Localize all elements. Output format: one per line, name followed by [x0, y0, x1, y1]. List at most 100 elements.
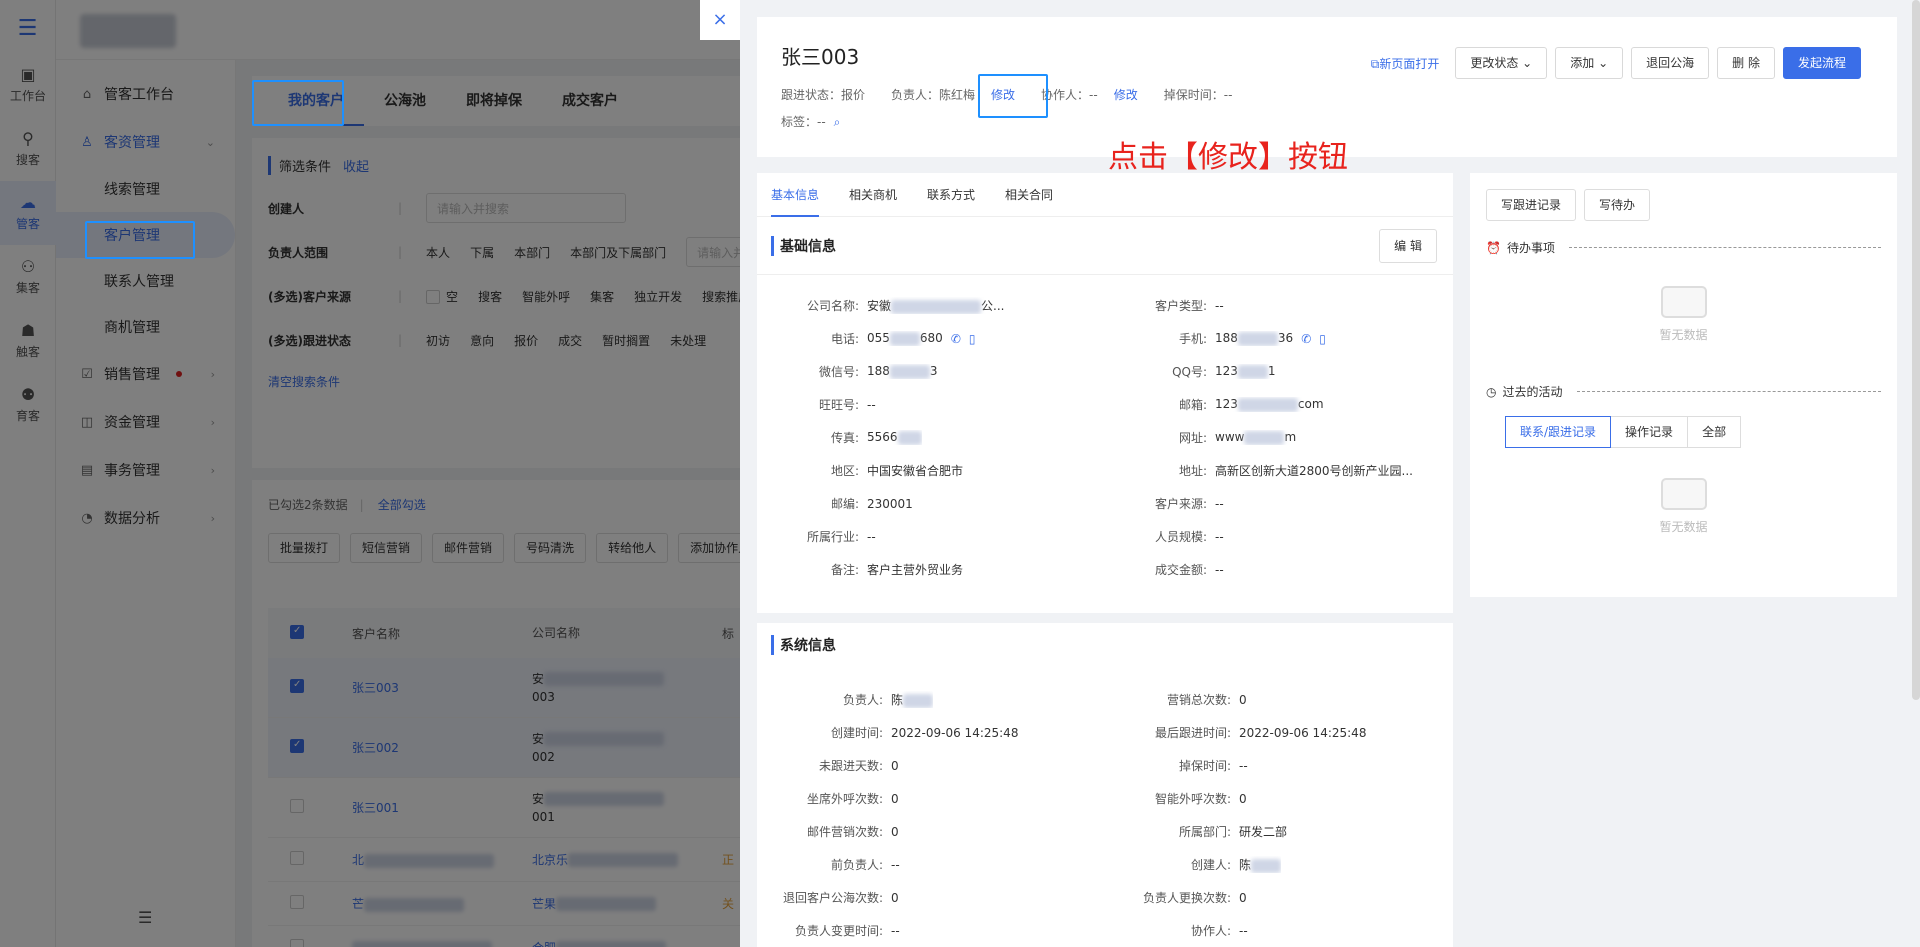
field-region: 地区: 中国安徽省合肥市 [757, 454, 1105, 487]
field-protect-time: 掉保时间: -- [1105, 749, 1453, 782]
field-key: 客户类型: [1154, 299, 1207, 313]
scrollbar[interactable] [1912, 0, 1920, 700]
customer-meta: 跟进状态：报价 负责人：陈红梅 修改 协作人：-- 修改 掉保时间：-- [781, 86, 1873, 103]
mobile-icon[interactable]: ▯ [969, 332, 976, 346]
redacted [889, 331, 920, 346]
system-info-card: 系统信息 负责人: 陈 创建时间: 2022-09-06 14:25:48 未跟进天… [757, 623, 1453, 947]
field-value: 0 [1239, 890, 1247, 905]
field-key: 掉保时间: [1178, 759, 1231, 773]
empty-inbox-icon [1660, 286, 1707, 318]
mobile-icon[interactable]: ▯ [1319, 332, 1326, 346]
empty-text: 暂无数据 [1659, 328, 1708, 342]
tags-text: 标签：-- [781, 115, 826, 129]
close-drawer-button[interactable]: × [700, 0, 740, 40]
chevron-down-icon: ⌄ [1598, 56, 1609, 70]
edit-collaborator-link[interactable]: 修改 [1114, 86, 1138, 103]
alarm-icon: ⏰ [1486, 240, 1501, 255]
value-text: com [1297, 397, 1324, 412]
collaborator-text: 协作人：-- [1041, 88, 1098, 102]
redacted [891, 299, 982, 314]
return-pool-button[interactable]: 退回公海 [1631, 47, 1710, 79]
btn-text: 添加 [1570, 56, 1595, 70]
section-title: 系统信息 [771, 635, 836, 655]
seg-follow-records[interactable]: 联系/跟进记录 [1505, 416, 1612, 448]
field-size: 人员规模: -- [1105, 520, 1453, 553]
tab-contracts[interactable]: 相关合同 [1005, 173, 1053, 217]
tag-icon[interactable]: ⌕ [834, 115, 841, 129]
field-key: 客户来源: [1154, 497, 1207, 511]
add-button[interactable]: 添加 ⌄ [1555, 47, 1624, 79]
field-key: 公司名称: [806, 299, 859, 313]
field-value: 0 [1239, 692, 1247, 707]
seg-operation-records[interactable]: 操作记录 [1610, 416, 1689, 448]
redacted [1237, 364, 1268, 379]
start-flow-button[interactable]: 发起流程 [1782, 47, 1861, 79]
field-key: 退回客户公海次数: [782, 891, 883, 905]
edit-owner-link[interactable]: 修改 [991, 86, 1015, 103]
field-key: 营销总次数: [1166, 693, 1231, 707]
field-key: 地区: [830, 464, 859, 478]
system-info-grid: 负责人: 陈 创建时间: 2022-09-06 14:25:48 未跟进天数: 0 坐… [757, 667, 1453, 947]
field-qq: QQ号: 123 1 [1105, 355, 1453, 388]
field-key: 创建人: [1190, 858, 1231, 872]
field-industry: 所属行业: -- [757, 520, 1105, 553]
field-value: 0 [1239, 791, 1247, 806]
system-info-header: 系统信息 [757, 623, 1453, 667]
field-return-count: 退回客户公海次数: 0 [757, 881, 1105, 914]
field-value: www m [1215, 430, 1296, 445]
redacted [1237, 397, 1298, 412]
basic-info-header: 基础信息 编 辑 [757, 217, 1453, 275]
tab-contacts[interactable]: 联系方式 [927, 173, 975, 217]
basic-info-grid: 公司名称: 安徽 公... 电话: 055 680 ✆ ▯ 微信号: 188 3 旺旺号: -- … [757, 275, 1453, 586]
field-address: 地址: 高新区创新大道2800号创新产业园... [1105, 454, 1453, 487]
field-wechat: 微信号: 188 3 [757, 355, 1105, 388]
field-deal-amount: 成交金额: -- [1105, 553, 1453, 586]
value-text: 123 [1215, 397, 1238, 412]
field-key: 网址: [1178, 431, 1207, 445]
basic-info-card: 基本信息 相关商机 联系方式 相关合同 基础信息 编 辑 公司名称: 安徽 公...… [757, 173, 1453, 613]
write-follow-record-button[interactable]: 写跟进记录 [1486, 189, 1577, 221]
field-zip: 邮编: 230001 [757, 487, 1105, 520]
value-text: 188 [1215, 331, 1238, 346]
open-new-text: 新页面打开 [1379, 56, 1440, 71]
field-value: 安徽 公... [867, 297, 1004, 314]
value-text: 680 [919, 331, 943, 346]
field-source: 客户来源: -- [1105, 487, 1453, 520]
field-value: 0 [891, 791, 899, 806]
field-website: 网址: www m [1105, 421, 1453, 454]
redacted [889, 364, 930, 379]
value-text: 陈 [1239, 858, 1252, 872]
seg-all[interactable]: 全部 [1687, 416, 1742, 448]
open-new-page-link[interactable]: ⧉新页面打开 [1371, 55, 1440, 72]
phone-icon[interactable]: ✆ [951, 332, 961, 346]
field-value: -- [1215, 496, 1224, 511]
field-phone: 电话: 055 680 ✆ ▯ [757, 322, 1105, 355]
field-seat-calls: 坐席外呼次数: 0 [757, 782, 1105, 815]
field-value: 研发二部 [1239, 825, 1288, 839]
chevron-down-icon: ⌄ [1522, 56, 1533, 70]
edit-button[interactable]: 编 辑 [1379, 228, 1437, 263]
field-key: 所属行业: [806, 530, 859, 544]
activity-filter: 联系/跟进记录 操作记录 全部 [1505, 416, 1881, 448]
redacted [897, 430, 922, 445]
field-wangwang: 旺旺号: -- [757, 388, 1105, 421]
field-value: 188 36 [1215, 331, 1293, 346]
clock-icon: ◷ [1486, 384, 1497, 399]
change-status-button[interactable]: 更改状态 ⌄ [1455, 47, 1548, 79]
field-key: 成交金额: [1154, 563, 1207, 577]
tab-opportunities[interactable]: 相关商机 [849, 173, 897, 217]
field-key: 邮件营销次数: [806, 825, 883, 839]
write-todo-button[interactable]: 写待办 [1584, 189, 1651, 221]
field-value: 123 1 [1215, 364, 1276, 379]
field-owner: 负责人: 陈 [757, 683, 1105, 716]
field-key: 备注: [830, 563, 859, 577]
field-value: 0 [891, 758, 899, 773]
field-value: 0 [891, 824, 899, 839]
field-marketing-count: 营销总次数: 0 [1105, 683, 1453, 716]
tab-basic-info[interactable]: 基本信息 [771, 173, 820, 217]
field-prev-owner: 前负责人: -- [757, 848, 1105, 881]
phone-icon[interactable]: ✆ [1301, 332, 1311, 346]
delete-button[interactable]: 删 除 [1717, 47, 1775, 79]
field-value: -- [1215, 298, 1224, 313]
value-text: m [1284, 430, 1297, 445]
